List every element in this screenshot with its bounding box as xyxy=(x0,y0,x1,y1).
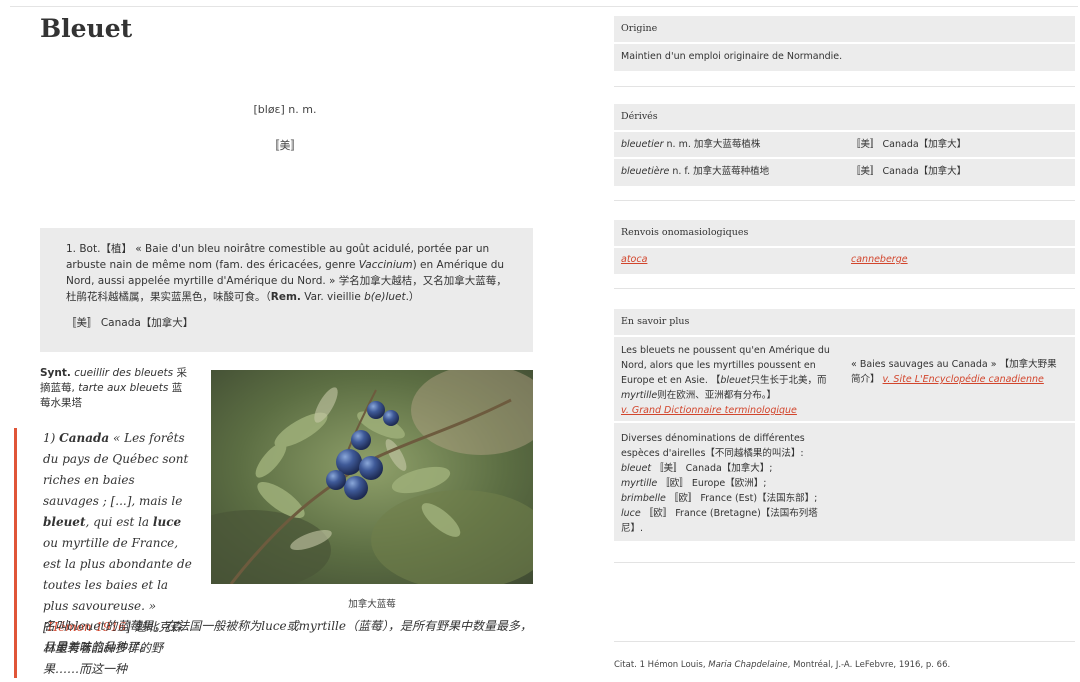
divider xyxy=(614,200,1075,201)
divider xyxy=(614,641,1075,642)
panel-savoir: En savoir plus Les bleuets ne poussent q… xyxy=(614,309,1075,541)
panel-origine-heading: Origine xyxy=(614,16,1075,44)
syntagmes: Synt. cueillir des bleuets 采摘蓝莓, tarte a… xyxy=(40,367,187,409)
headword-title: Bleuet xyxy=(40,14,133,43)
pronunciation: [bløɛ] n. m. xyxy=(253,103,317,116)
airelles-text: Diverses dénominations de différentes es… xyxy=(621,433,818,534)
derive-word: bleuetier n. m. 加拿大蓝莓植株 xyxy=(621,139,761,150)
derive-region: 〚美〛 Canada【加拿大】 xyxy=(851,139,967,150)
blueberry-photo xyxy=(211,370,533,584)
divider xyxy=(614,86,1075,87)
renvois-row: atoca canneberge xyxy=(614,248,1075,274)
divider xyxy=(614,288,1075,289)
divider xyxy=(614,562,1075,563)
derive-row: bleuetière n. f. 加拿大蓝莓种植地 〚美〛 Canada【加拿大… xyxy=(614,159,1075,186)
gdt-link[interactable]: v. Grand Dictionnaire terminologique xyxy=(621,405,797,416)
renvoi-link-atoca[interactable]: atoca xyxy=(621,254,647,265)
derive-row: bleuetier n. m. 加拿大蓝莓植株 〚美〛 Canada【加拿大】 xyxy=(614,132,1075,159)
region-label: 〚美〛 xyxy=(268,139,302,152)
panel-derives: Dérivés bleuetier n. m. 加拿大蓝莓植株 〚美〛 Cana… xyxy=(614,104,1075,186)
savoir-right: « Baies sauvages au Canada » 【加拿大野果简介】 v… xyxy=(851,359,1057,385)
photo-caption: 加拿大蓝莓 xyxy=(348,599,396,610)
savoir-row-1: Les bleuets ne poussent qu'en Amérique d… xyxy=(614,337,1075,423)
panel-savoir-heading: En savoir plus xyxy=(614,309,1075,337)
definition-region: 〚美〛 Canada【加拿大】 xyxy=(66,317,194,329)
citation-bar xyxy=(14,428,17,678)
footnote: Citat. 1 Hémon Louis, Maria Chapdelaine,… xyxy=(614,660,951,670)
savoir-text: Les bleuets ne poussent qu'en Amérique d… xyxy=(621,345,830,416)
savoir-row-2: Diverses dénominations de différentes es… xyxy=(614,423,1075,536)
top-divider xyxy=(10,6,1078,7)
definition-box: 1. Bot.【植】 « Baie d'un bleu noirâtre com… xyxy=(40,228,533,352)
derive-word: bleuetière n. f. 加拿大蓝莓种植地 xyxy=(621,166,770,177)
encyclopedie-link[interactable]: v. Site L'Encyclopédie canadienne xyxy=(883,374,1044,385)
definition-text: 1. Bot.【植】 « Baie d'un bleu noirâtre com… xyxy=(66,243,507,303)
citation-translation: 名叫bleuet的蓝莓果，在法国一般被称为luce或myrtille（蓝莓），是… xyxy=(43,619,532,654)
blueberry-image xyxy=(211,370,533,584)
origine-text: Maintien d'un emploi originaire de Norma… xyxy=(621,51,843,62)
renvoi-link-canneberge[interactable]: canneberge xyxy=(851,248,908,272)
panel-origine: Origine Maintien d'un emploi originaire … xyxy=(614,16,1075,71)
panel-renvois-heading: Renvois onomasiologiques xyxy=(614,220,1075,248)
panel-derives-heading: Dérivés xyxy=(614,104,1075,132)
panel-renvois: Renvois onomasiologiques atoca canneberg… xyxy=(614,220,1075,274)
derive-region: 〚美〛 Canada【加拿大】 xyxy=(851,166,967,177)
